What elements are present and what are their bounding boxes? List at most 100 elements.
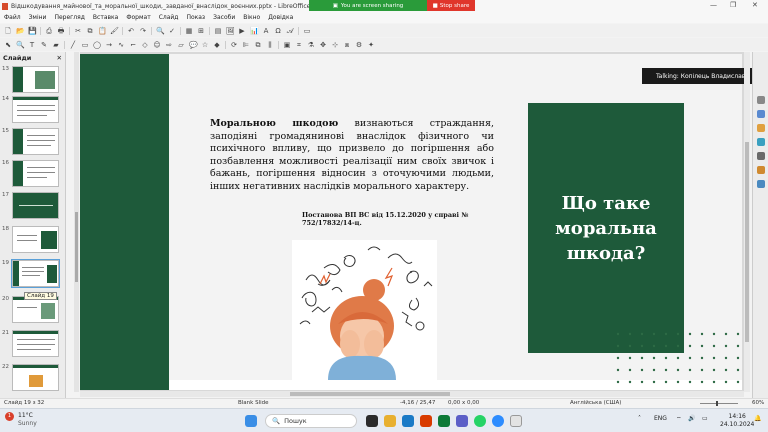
helplines-icon[interactable]: ⊞ (197, 27, 205, 35)
connector-icon[interactable]: ⌐ (129, 41, 137, 49)
ellipse-icon[interactable]: ◯ (93, 41, 101, 49)
special-char-icon[interactable]: Ω (274, 27, 282, 35)
slide-thumbnail[interactable]: 14 (2, 96, 59, 123)
clone-icon[interactable]: 🖌 (110, 27, 119, 35)
slide-thumbnail[interactable]: 22 (2, 364, 59, 391)
fontwork-icon[interactable]: 𝒜 (286, 27, 294, 35)
start-icon[interactable] (245, 415, 257, 427)
styles-icon[interactable] (757, 152, 765, 160)
menu-slideshow[interactable]: Показ (186, 14, 205, 21)
stop-share-button[interactable]: ■ Stop share (427, 0, 475, 11)
current-slide[interactable]: Моральною шкодою визнаються страждання, … (80, 54, 742, 390)
spelling-icon[interactable]: ✓ (168, 27, 176, 35)
distribute-icon[interactable]: ⫼ (266, 41, 274, 49)
table-icon[interactable]: ▤ (214, 27, 222, 35)
new-icon[interactable]: 🗋 (4, 27, 12, 35)
slide-body-text[interactable]: Моральною шкодою визнаються страждання, … (210, 118, 494, 194)
minimize-icon[interactable]: — (710, 1, 717, 9)
line-color-icon[interactable]: ✎ (40, 41, 48, 49)
arrange-icon[interactable]: ⧉ (254, 41, 262, 49)
fontwork-gallery-icon[interactable]: ✦ (367, 41, 375, 49)
slide-horizontal-scrollbar[interactable] (80, 391, 744, 397)
taskbar-search[interactable]: 🔍 Пошук (265, 414, 357, 428)
maximize-icon[interactable]: ❐ (730, 1, 736, 9)
keyboard-language[interactable]: ENG (654, 415, 667, 422)
battery-icon[interactable]: ▭ (702, 415, 708, 422)
slide-thumbnail[interactable]: 18 (2, 226, 59, 253)
taskbar-clock[interactable]: 14:16 24.10.2024 (720, 413, 754, 429)
office-icon[interactable] (420, 415, 432, 427)
menu-slide[interactable]: Слайд (159, 14, 179, 21)
stressed-woman-illustration[interactable]: ? (292, 240, 437, 380)
wifi-icon[interactable]: ⌔ (676, 415, 682, 423)
zoom-slider[interactable] (700, 403, 738, 404)
shadow-icon[interactable]: ▣ (283, 41, 291, 49)
zoom-app-icon[interactable] (492, 415, 504, 427)
curve-icon[interactable]: ∿ (117, 41, 125, 49)
crop-icon[interactable]: ⌗ (295, 41, 303, 49)
basic-shapes-icon[interactable]: ◇ (141, 41, 149, 49)
select-icon[interactable]: ⬉ (4, 41, 12, 49)
slide-thumbnail-selected[interactable]: 19 (2, 259, 60, 288)
notification-icon[interactable]: 🔔 (754, 415, 761, 422)
rotate-icon[interactable]: ⟳ (230, 41, 238, 49)
save-icon[interactable]: 💾 (28, 27, 37, 35)
slide-citation[interactable]: Постанова ВП ВС від 15.12.2020 у справі … (302, 211, 500, 227)
interaction-icon[interactable]: ⚙ (355, 41, 363, 49)
language-status[interactable]: Англійська (США) (570, 400, 621, 406)
callouts-icon[interactable]: 💬 (189, 41, 198, 49)
impress-taskbar-icon[interactable] (510, 415, 522, 427)
glue-points-icon[interactable]: ⊹ (331, 41, 339, 49)
stars-icon[interactable]: ☆ (201, 41, 209, 49)
textbox-icon[interactable]: A (262, 27, 270, 35)
task-view-icon[interactable] (366, 415, 378, 427)
zoom-level[interactable]: 60% (752, 400, 764, 406)
filter-icon[interactable]: ⚗ (307, 41, 315, 49)
text-icon[interactable]: T (28, 41, 36, 49)
cut-icon[interactable]: ✂ (74, 27, 82, 35)
store-icon[interactable] (438, 415, 450, 427)
gallery-icon[interactable] (757, 166, 765, 174)
display-grid-icon[interactable]: ▦ (185, 27, 193, 35)
arrow-line-icon[interactable]: → (105, 41, 113, 49)
slide-thumbnail[interactable]: 20 (2, 296, 59, 323)
whatsapp-icon[interactable] (474, 415, 486, 427)
menu-window[interactable]: Вікно (243, 14, 260, 21)
close-pane-icon[interactable]: ✕ (57, 54, 62, 62)
menu-edit[interactable]: Зміни (29, 14, 47, 21)
fill-color-icon[interactable]: ▰ (52, 41, 60, 49)
question-box[interactable]: Що таке моральна шкода? (528, 103, 684, 353)
menu-help[interactable]: Довідка (268, 14, 293, 21)
animation-icon[interactable] (757, 124, 765, 132)
slide-thumbnail[interactable]: 13 (2, 66, 59, 93)
volume-icon[interactable]: 🔊 (688, 415, 695, 422)
image-icon[interactable]: 🖼 (226, 27, 235, 35)
print-icon[interactable]: 🖶 (57, 27, 65, 35)
edge-icon[interactable] (402, 415, 414, 427)
copy-icon[interactable]: ⧉ (86, 27, 94, 35)
menu-tools[interactable]: Засоби (213, 14, 235, 21)
flowchart-icon[interactable]: ▱ (177, 41, 185, 49)
align-icon[interactable]: ⊫ (242, 41, 250, 49)
slide-vertical-scrollbar[interactable] (744, 52, 750, 392)
rectangle-icon[interactable]: ▭ (81, 41, 89, 49)
menu-view[interactable]: Перегляд (54, 14, 84, 21)
undo-icon[interactable]: ↶ (127, 27, 135, 35)
paste-icon[interactable]: 📋 (98, 27, 107, 35)
chart-icon[interactable]: 📊 (250, 27, 259, 35)
properties-icon[interactable] (757, 96, 765, 104)
slides-pane-scrollbar[interactable] (74, 52, 79, 392)
weather-widget[interactable]: 1 11°C Sunny (5, 412, 37, 428)
close-icon[interactable]: ✕ (752, 1, 758, 9)
export-pdf-icon[interactable]: ⎙ (45, 27, 53, 35)
line-icon[interactable]: ╱ (69, 41, 77, 49)
block-arrows-icon[interactable]: ⇨ (165, 41, 173, 49)
zoom-slider-handle[interactable] (716, 401, 718, 406)
symbol-shapes-icon[interactable]: ☺ (153, 41, 161, 49)
file-explorer-icon[interactable] (384, 415, 396, 427)
zoom-icon[interactable]: 🔍 (16, 41, 25, 49)
redo-icon[interactable]: ↷ (139, 27, 147, 35)
points-icon[interactable]: ✥ (319, 41, 327, 49)
slide-layout-icon[interactable]: ▭ (303, 27, 311, 35)
open-icon[interactable]: 📂 (16, 27, 25, 35)
